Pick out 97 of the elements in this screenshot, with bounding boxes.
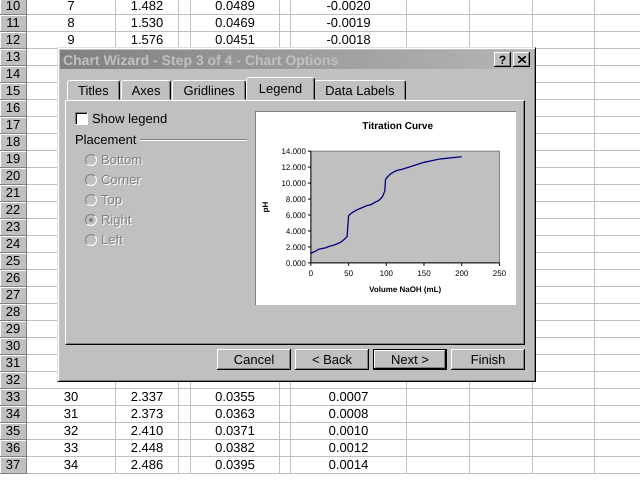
row-header: 35 [0,423,27,440]
close-button[interactable] [513,52,530,67]
y-tick-label: 2.000 [286,242,306,252]
dialog-button[interactable]: Cancel [217,349,291,370]
y-tick-label: 8.000 [286,195,306,204]
close-icon [518,56,526,63]
y-tick-label: 0.000 [286,258,306,268]
radio-label: Right [101,212,132,227]
table-cell: 0.0382 [215,440,255,455]
table-cell: 0.0469 [215,15,255,30]
tab[interactable]: Titles [67,80,120,100]
row-header: 26 [0,270,27,287]
row-header: 15 [0,83,27,100]
x-tick-label: 150 [416,268,430,278]
x-tick-label: 250 [492,268,506,278]
radio-label: Bottom [101,152,142,167]
x-tick-label: 100 [379,268,393,278]
row-header: 31 [0,355,27,372]
x-tick-label: 200 [454,268,468,278]
table-cell: 0.0007 [328,389,368,404]
table-cell: 7 [67,0,75,13]
table-cell: 9 [67,32,75,47]
row-header: 29 [0,321,27,338]
tab[interactable]: Axes [120,80,172,100]
row-header: 12 [0,32,27,49]
row-header: 24 [0,236,27,253]
table-cell: 2.448 [130,440,164,455]
checkbox-label: Show legend [92,111,168,126]
row-header: 23 [0,219,27,236]
radio-label: Top [101,192,122,207]
table-cell: 0.0355 [215,389,255,404]
table-cell: 34 [64,457,78,472]
table-cell: 2.337 [130,389,164,404]
table-cell: 32 [64,423,78,438]
radio-label: Corner [101,172,141,187]
row-header: 27 [0,287,27,304]
table-cell: 1.482 [130,0,164,13]
tab[interactable]: Legend [246,77,316,100]
table-cell: 2.373 [130,406,164,421]
row-header: 21 [0,185,27,202]
tab[interactable]: Gridlines [172,80,246,100]
table-cell: 33 [64,440,78,455]
y-tick-label: 4.000 [286,226,306,236]
y-tick-label: 6.000 [286,210,306,220]
table-cell: 8 [67,15,75,30]
row-header: 14 [0,66,27,83]
table-cell: 0.0371 [215,423,255,438]
row-header: 17 [0,117,27,134]
row-header: 25 [0,253,27,270]
row-header: 16 [0,100,27,117]
row-header: 10 [0,0,27,15]
table-cell: 1.530 [130,15,164,30]
group-label: Placement [75,132,136,147]
row-header: 22 [0,202,27,219]
row-header: 19 [0,151,27,168]
table-cell: 1.576 [130,32,164,47]
y-tick-label: 12.000 [281,163,306,172]
row-header: 37 [0,457,27,474]
dialog-button[interactable]: Finish [451,349,525,370]
table-cell: 0.0395 [215,457,255,472]
chart-title: Titration Curve [362,121,433,132]
row-header: 30 [0,338,27,355]
table-cell: -0.0020 [326,0,371,13]
table-cell: 0.0014 [328,457,368,472]
row-header: 28 [0,304,27,321]
dialog-button[interactable]: < Back [295,349,369,370]
table-cell: 2.486 [130,457,164,472]
checkbox[interactable] [75,112,88,125]
y-axis-title: pH [260,202,270,212]
table-cell: 0.0451 [215,32,255,47]
x-axis-title: Volume NaOH (mL) [368,284,441,294]
row-header: 36 [0,440,27,457]
table-cell: 0.0363 [215,406,255,421]
y-tick-label: 14.000 [281,147,306,156]
radio-label: Left [101,232,123,247]
row-header: 13 [0,49,27,66]
row-header: 33 [0,389,27,406]
help-button[interactable]: ? [494,52,511,67]
row-header: 20 [0,168,27,185]
row-header: 34 [0,406,27,423]
x-tick-label: 0 [308,268,313,278]
row-header: 18 [0,134,27,151]
table-cell: 0.0489 [215,0,255,13]
dialog-button[interactable]: Next > [373,349,447,370]
table-cell: 0.0008 [328,406,368,421]
table-cell: -0.0019 [326,15,371,30]
row-header: 32 [0,372,27,389]
table-cell: -0.0018 [326,32,371,47]
row-header: 11 [0,15,27,32]
table-cell: 0.0010 [328,423,368,438]
y-tick-label: 10.000 [281,179,306,188]
x-tick-label: 50 [344,268,353,278]
table-cell: 30 [64,389,78,404]
tab[interactable]: Data Labels [314,80,406,100]
table-cell: 0.0012 [328,440,368,455]
table-cell: 2.410 [130,423,164,438]
table-cell: 31 [64,406,78,421]
